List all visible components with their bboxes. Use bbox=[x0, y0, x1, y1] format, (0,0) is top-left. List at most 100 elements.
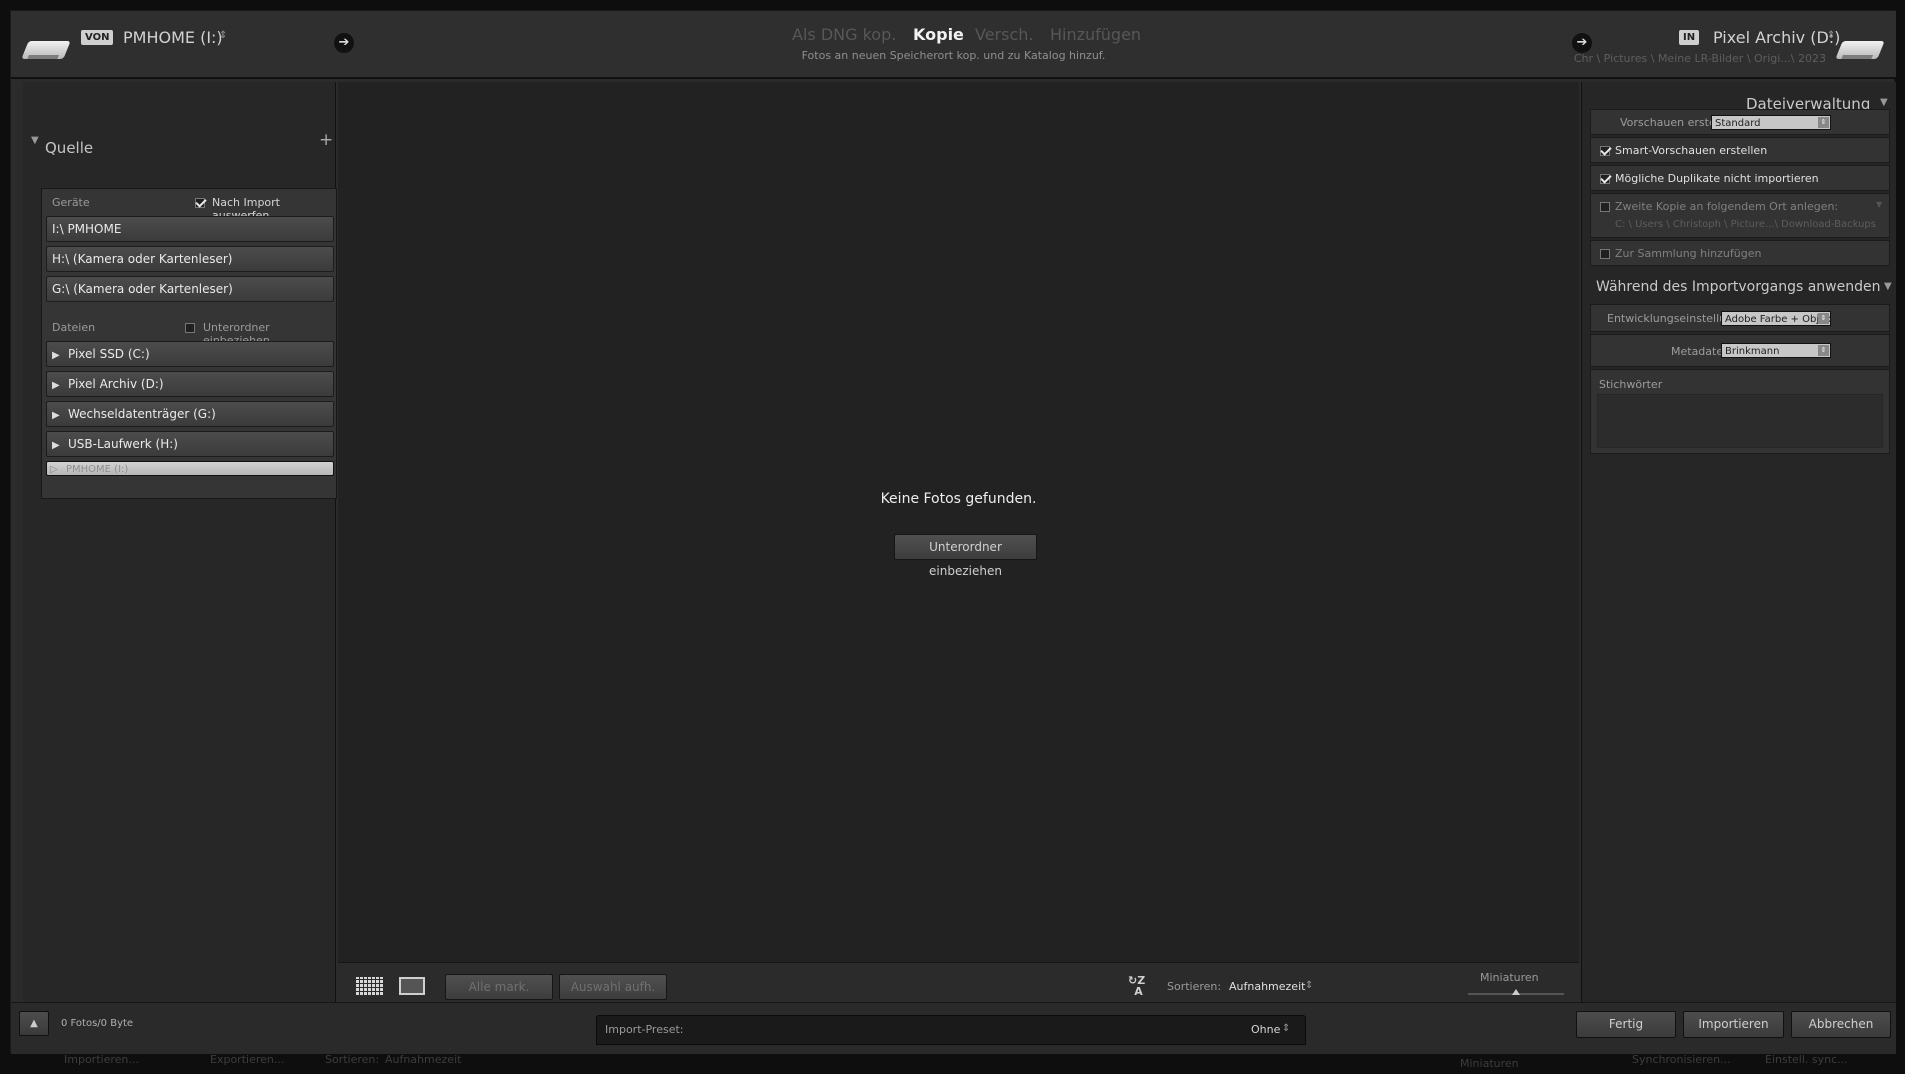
drive-item[interactable]: ▶ Wechseldatenträger (G:) bbox=[46, 401, 334, 427]
expand-triangle-icon[interactable]: ▶ bbox=[52, 374, 68, 398]
background-sync-button: Synchronisieren... bbox=[1632, 1053, 1731, 1066]
preview-value: Standard bbox=[1715, 118, 1761, 129]
drive-label: Pixel Archiv (D:) bbox=[68, 377, 164, 391]
grid-view-icon[interactable] bbox=[356, 977, 384, 995]
background-export-button: Exportieren... bbox=[210, 1053, 285, 1066]
expand-triangle-icon[interactable]: ▶ bbox=[52, 344, 68, 368]
drive-item[interactable]: ▶ Pixel SSD (C:) bbox=[46, 341, 334, 367]
second-copy-checkbox[interactable] bbox=[1600, 202, 1610, 212]
chevron-down-icon[interactable]: ▼ bbox=[1876, 200, 1882, 209]
subfolder-checkbox[interactable] bbox=[185, 323, 195, 333]
source-dropdown-icon[interactable]: ⇕ bbox=[219, 30, 227, 41]
devices-label: Geräte bbox=[52, 196, 90, 209]
files-label: Dateien bbox=[52, 321, 96, 334]
second-copy-label: Zweite Kopie an folgendem Ort anlegen: bbox=[1615, 200, 1839, 213]
duplicates-section: Mögliche Duplikate nicht importieren bbox=[1590, 165, 1890, 191]
drive-item[interactable]: ▶ Pixel Archiv (D:) bbox=[46, 371, 334, 397]
destination-name[interactable]: Pixel Archiv (D:) bbox=[1713, 28, 1840, 47]
drive-item-selected[interactable]: ▷ PMHOME (I:) bbox=[46, 461, 334, 476]
import-footer: ▲ 0 Fotos/0 Byte Import-Preset: Ohne ⇕ F… bbox=[11, 1002, 1896, 1054]
sort-label: Sortieren: bbox=[1167, 980, 1222, 993]
smart-checkbox[interactable] bbox=[1600, 146, 1610, 156]
sort-value[interactable]: Aufnahmezeit bbox=[1229, 980, 1305, 993]
develop-section: Entwicklungseinstellungen Adobe Farbe + … bbox=[1590, 304, 1890, 332]
preview-select[interactable]: Standard ⇕ bbox=[1711, 115, 1831, 130]
dropdown-icon[interactable]: ⇕ bbox=[1818, 117, 1829, 128]
thumbnail-slider[interactable] bbox=[1468, 989, 1564, 995]
preset-value[interactable]: Ohne bbox=[1251, 1023, 1280, 1036]
background-sort-label: Sortieren: bbox=[325, 1053, 380, 1066]
device-item[interactable]: H:\ (Kamera oder Kartenleser) bbox=[46, 246, 334, 272]
import-header: VON PMHOME (I:) ⇕ ➔ Als DNG kop. Kopie V… bbox=[11, 11, 1896, 79]
check-all-button[interactable]: Alle mark. bbox=[445, 974, 553, 1000]
add-source-icon[interactable]: + bbox=[319, 130, 333, 150]
uncheck-all-button[interactable]: Auswahl aufh. bbox=[559, 974, 667, 1000]
collapse-button[interactable]: ▲ bbox=[19, 1011, 49, 1036]
photo-count: 0 Fotos/0 Byte bbox=[61, 1018, 134, 1029]
smart-label: Smart-Vorschauen erstellen bbox=[1615, 144, 1768, 157]
expand-triangle-icon[interactable]: ▶ bbox=[52, 404, 68, 428]
sort-dropdown-icon[interactable]: ⇕ bbox=[1305, 980, 1313, 991]
drive-item[interactable]: ▶ USB-Laufwerk (H:) bbox=[46, 431, 334, 457]
keywords-label: Stichwörter bbox=[1599, 378, 1663, 391]
duplicates-label: Mögliche Duplikate nicht importieren bbox=[1615, 172, 1819, 185]
collapse-triangle-icon[interactable]: ▼ bbox=[1884, 281, 1892, 292]
collapse-triangle-icon[interactable]: ▼ bbox=[31, 135, 39, 146]
expand-triangle-icon[interactable]: ▶ bbox=[52, 434, 68, 458]
mode-move[interactable]: Versch. bbox=[975, 25, 1033, 44]
metadata-value: Brinkmann bbox=[1725, 346, 1780, 357]
collection-section: Zur Sammlung hinzufügen bbox=[1590, 240, 1890, 266]
background-import-button: Importieren... bbox=[64, 1053, 139, 1066]
collapse-triangle-icon[interactable]: ▼ bbox=[1880, 97, 1888, 108]
preset-label: Import-Preset: bbox=[605, 1023, 684, 1036]
sort-az-icon[interactable]: ↻Z A bbox=[1128, 975, 1145, 997]
metadata-section: Metadaten Brinkmann ⇕ bbox=[1590, 334, 1890, 367]
empty-message: Keine Fotos gefunden. bbox=[880, 491, 1037, 507]
dropdown-icon[interactable]: ⇕ bbox=[1818, 313, 1829, 324]
include-subfolders-button[interactable]: Unterordner einbeziehen bbox=[894, 534, 1037, 578]
loupe-view-icon[interactable] bbox=[399, 977, 425, 995]
source-title: Quelle bbox=[45, 139, 94, 157]
develop-select[interactable]: Adobe Farbe + Objek... ⇕ bbox=[1721, 311, 1831, 326]
smart-section: Smart-Vorschauen erstellen bbox=[1590, 137, 1890, 163]
triangle-up-icon: ▲ bbox=[30, 1018, 38, 1029]
expand-triangle-icon[interactable]: ▷ bbox=[50, 462, 66, 475]
metadata-select[interactable]: Brinkmann ⇕ bbox=[1721, 343, 1831, 358]
cancel-button[interactable]: Abbrechen bbox=[1791, 1011, 1891, 1038]
destination-path: Chr \ Pictures \ Meine LR-Bilder \ Origi… bbox=[1573, 52, 1826, 65]
device-item[interactable]: G:\ (Kamera oder Kartenleser) bbox=[46, 276, 334, 302]
mode-dng[interactable]: Als DNG kop. bbox=[792, 25, 896, 44]
mode-copy[interactable]: Kopie bbox=[913, 25, 964, 44]
import-preset-bar[interactable]: Import-Preset: Ohne ⇕ bbox=[596, 1015, 1306, 1045]
dropdown-icon[interactable]: ⇕ bbox=[1818, 345, 1829, 356]
source-panel: ▼ Quelle + Geräte Nach Import auswerfen … bbox=[23, 82, 337, 1010]
drive-label: PMHOME (I:) bbox=[66, 464, 129, 475]
duplicates-checkbox[interactable] bbox=[1600, 174, 1610, 184]
collection-checkbox[interactable] bbox=[1600, 249, 1610, 259]
eject-checkbox[interactable] bbox=[195, 198, 205, 208]
slider-knob[interactable] bbox=[1512, 989, 1520, 995]
to-tag: IN bbox=[1679, 30, 1700, 45]
keywords-section: Stichwörter bbox=[1590, 369, 1890, 454]
apply-title: Während des Importvorgangs anwenden bbox=[1596, 279, 1881, 295]
drive-label: USB-Laufwerk (H:) bbox=[68, 437, 178, 451]
destination-drive-icon[interactable] bbox=[1835, 41, 1885, 59]
options-panel: Dateiverwaltung ▼ Vorschauen erstellen S… bbox=[1581, 82, 1896, 1010]
mode-add[interactable]: Hinzufügen bbox=[1050, 25, 1141, 44]
from-tag: VON bbox=[81, 30, 114, 45]
second-copy-section: Zweite Kopie an folgendem Ort anlegen: ▼… bbox=[1590, 193, 1890, 238]
preview-area: Keine Fotos gefunden. Unterordner einbez… bbox=[338, 82, 1579, 962]
source-name[interactable]: PMHOME (I:) bbox=[123, 28, 223, 47]
preview-section: Vorschauen erstellen Standard ⇕ bbox=[1590, 109, 1890, 135]
import-dialog: VON PMHOME (I:) ⇕ ➔ Als DNG kop. Kopie V… bbox=[10, 10, 1896, 1054]
done-button[interactable]: Fertig bbox=[1576, 1011, 1676, 1038]
keywords-input[interactable] bbox=[1597, 394, 1883, 448]
destination-dropdown-icon[interactable]: ⇕ bbox=[1827, 30, 1835, 41]
device-label: H:\ (Kamera oder Kartenleser) bbox=[52, 252, 233, 266]
arrow-right-icon: ➔ bbox=[1572, 33, 1592, 53]
import-button[interactable]: Importieren bbox=[1683, 1011, 1784, 1038]
background-thumbnail-label: Miniaturen bbox=[1460, 1057, 1519, 1070]
drive-label: Pixel SSD (C:) bbox=[68, 347, 150, 361]
device-item[interactable]: I:\ PMHOME bbox=[46, 216, 334, 242]
preset-dropdown-icon[interactable]: ⇕ bbox=[1282, 1023, 1290, 1034]
